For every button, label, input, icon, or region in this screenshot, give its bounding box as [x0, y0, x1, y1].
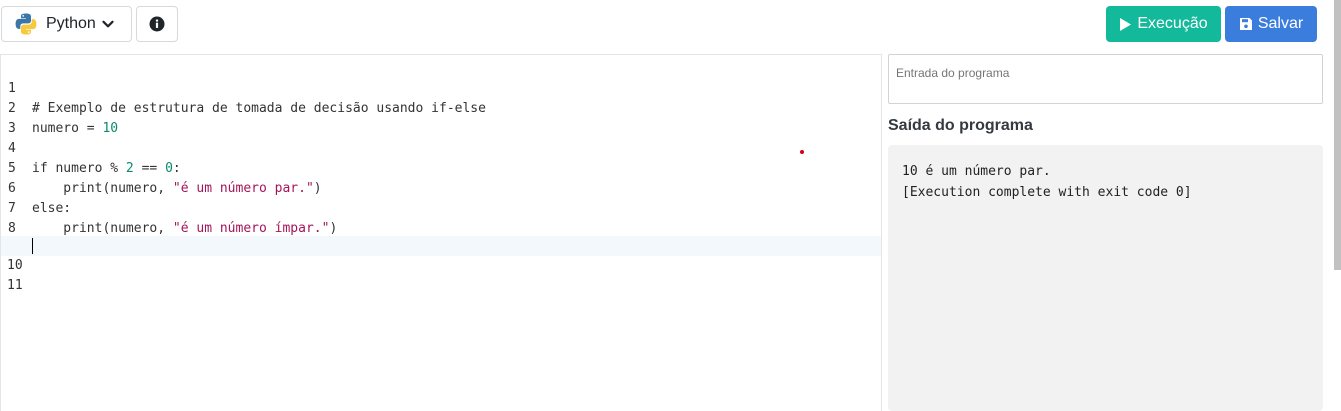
play-icon	[1120, 17, 1132, 31]
run-label: Execução	[1137, 15, 1208, 32]
page-scrollbar[interactable]	[1334, 0, 1341, 270]
red-dot-marker	[800, 150, 804, 154]
floppy-disk-icon	[1239, 18, 1252, 30]
output-line: [Execution complete with exit code 0]	[902, 185, 1192, 200]
code-line: 6 else:	[1, 159, 881, 216]
active-code-line: 10	[1, 236, 881, 273]
info-button[interactable]	[136, 6, 178, 42]
output-line: 10 é um número par.	[902, 164, 1051, 179]
toolbar: Python Execução Salvar	[0, 0, 1341, 50]
run-button[interactable]: Execução	[1106, 6, 1221, 42]
code-line: 11	[1, 256, 881, 293]
language-label: Python	[46, 15, 96, 32]
code-editor[interactable]: 1 # Exemplo de estrutura de tomada de de…	[0, 54, 882, 411]
output-console: 10 é um número par. [Execution complete …	[888, 145, 1323, 411]
output-title: Saída do programa	[888, 117, 1033, 134]
code-line: 4 if numero % 2 == 0:	[1, 119, 881, 176]
code-line: 5 print(numero, "é um número par.")	[1, 139, 881, 196]
program-input-field[interactable]	[888, 54, 1323, 104]
save-button[interactable]: Salvar	[1225, 6, 1317, 42]
info-icon	[149, 16, 165, 32]
chevron-down-icon	[102, 20, 114, 28]
code-line: 3	[1, 99, 881, 136]
language-selector[interactable]: Python	[1, 6, 132, 42]
line-number: 11	[7, 278, 23, 293]
code-line: 7 print(numero, "é um número ímpar.")	[1, 179, 881, 236]
code-line: 8	[1, 199, 881, 236]
code-line: 2 numero = 10	[1, 79, 881, 136]
python-logo-icon	[15, 13, 37, 35]
code-line: 1 # Exemplo de estrutura de tomada de de…	[1, 59, 881, 116]
text-cursor	[32, 238, 33, 254]
save-label: Salvar	[1257, 15, 1304, 32]
